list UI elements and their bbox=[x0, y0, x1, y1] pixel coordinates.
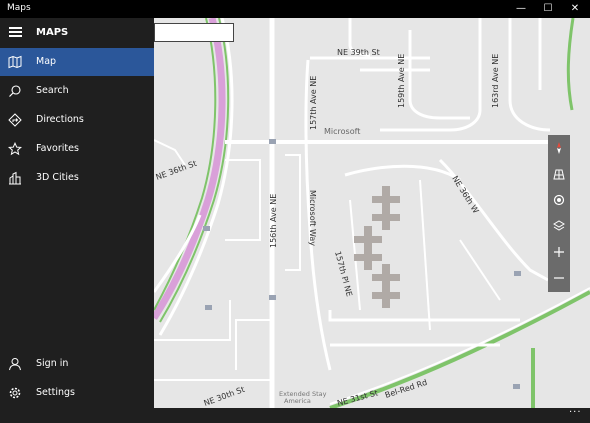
star-icon bbox=[8, 142, 22, 156]
tilt-icon bbox=[553, 169, 565, 180]
nav-item-directions[interactable]: Directions bbox=[0, 106, 154, 134]
search-input[interactable] bbox=[154, 23, 234, 42]
nav-item-map[interactable]: Map bbox=[0, 48, 154, 76]
minimize-button[interactable]: — bbox=[507, 0, 535, 18]
map-layers-button[interactable] bbox=[548, 213, 570, 239]
label-159th-ave: 159th Ave NE bbox=[397, 54, 406, 108]
nav-item-settings[interactable]: Settings bbox=[0, 379, 154, 407]
search-icon bbox=[9, 85, 21, 97]
window-title: Maps bbox=[7, 3, 31, 13]
zoom-in-button[interactable] bbox=[548, 239, 570, 265]
map-drawing: NE 39th St 157th Ave NE 159th Ave NE 163… bbox=[154, 18, 590, 408]
my-location-button[interactable] bbox=[548, 187, 570, 213]
map-icon bbox=[8, 55, 22, 69]
directions-icon bbox=[8, 113, 22, 127]
minus-icon bbox=[554, 277, 564, 279]
label-163rd-ave: 163rd Ave NE bbox=[491, 54, 500, 108]
compass-button[interactable] bbox=[548, 135, 570, 161]
more-options-button[interactable]: ... bbox=[569, 404, 582, 415]
zoom-out-button[interactable] bbox=[548, 265, 570, 291]
nav-item-label: Sign in bbox=[36, 358, 69, 369]
tilt-button[interactable] bbox=[548, 161, 570, 187]
gear-icon bbox=[9, 387, 21, 399]
label-microsoft-way: Microsoft Way bbox=[308, 190, 317, 246]
nav-item-favorites[interactable]: Favorites bbox=[0, 135, 154, 163]
nav-item-label: 3D Cities bbox=[36, 172, 79, 183]
close-button[interactable]: ✕ bbox=[561, 0, 589, 18]
maximize-button[interactable]: ☐ bbox=[534, 0, 562, 18]
nav-item-label: Search bbox=[36, 85, 69, 96]
map-controls bbox=[548, 135, 570, 292]
nav-item-label: Settings bbox=[36, 387, 75, 398]
plus-icon bbox=[554, 247, 564, 257]
person-icon bbox=[9, 358, 21, 371]
app-name: MAPS bbox=[36, 27, 69, 38]
nav-item-label: Directions bbox=[36, 114, 84, 125]
hamburger-menu-icon[interactable] bbox=[9, 27, 22, 37]
label-ne-39th: NE 39th St bbox=[337, 48, 380, 57]
label-157th-ave: 157th Ave NE bbox=[309, 76, 318, 130]
title-bar: Maps — ☐ ✕ bbox=[0, 0, 590, 18]
bottom-app-bar bbox=[0, 408, 590, 423]
navigation-pane: MAPS Map Search Directions Favorites 3D … bbox=[0, 18, 154, 408]
nav-item-search[interactable]: Search bbox=[0, 77, 154, 105]
3d-cities-icon bbox=[9, 171, 21, 185]
layers-icon bbox=[553, 220, 565, 231]
nav-item-3d-cities[interactable]: 3D Cities bbox=[0, 164, 154, 192]
nav-item-sign-in[interactable]: Sign in bbox=[0, 350, 154, 378]
label-microsoft: Microsoft bbox=[324, 127, 360, 136]
compass-icon bbox=[557, 142, 561, 154]
map-canvas[interactable]: NE 39th St 157th Ave NE 159th Ave NE 163… bbox=[154, 18, 590, 408]
label-america: America bbox=[284, 397, 311, 405]
nav-item-label: Map bbox=[36, 56, 57, 67]
nav-item-label: Favorites bbox=[36, 143, 79, 154]
label-156th-ave: 156th Ave NE bbox=[269, 194, 278, 248]
location-icon bbox=[553, 194, 565, 206]
